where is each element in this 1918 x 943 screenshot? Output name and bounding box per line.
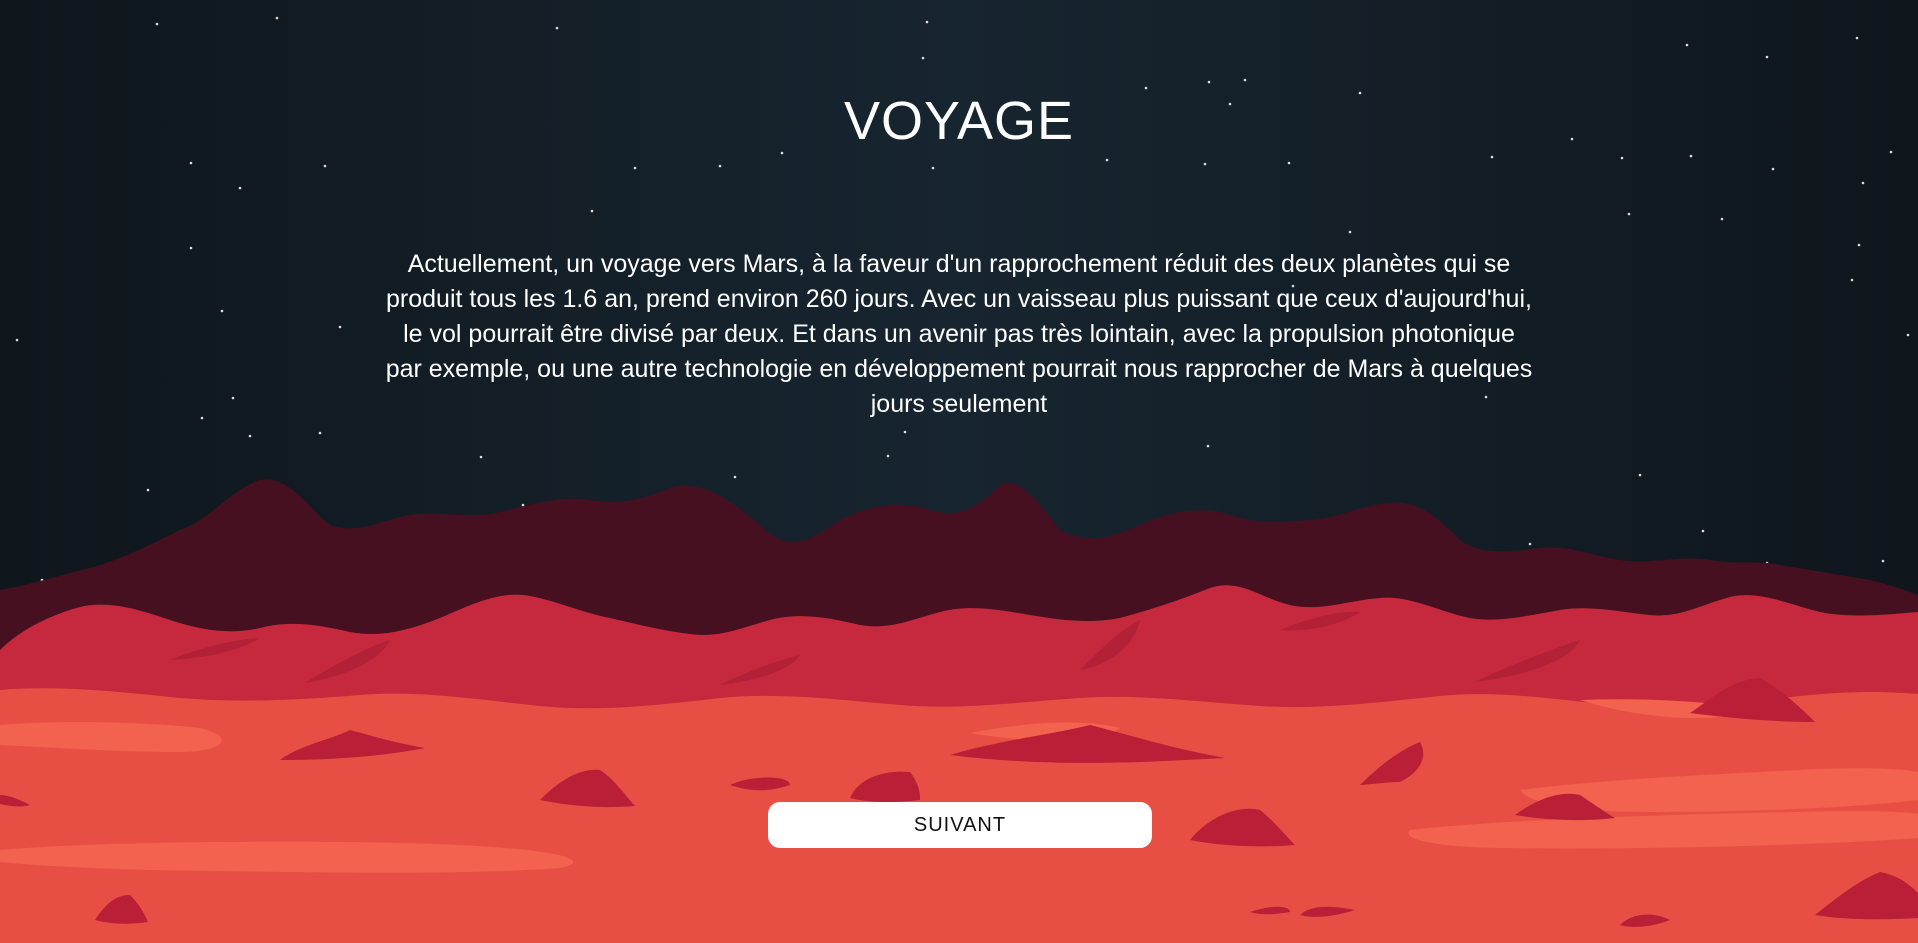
- next-button[interactable]: SUIVANT: [768, 802, 1152, 848]
- description-text: Actuellement, un voyage vers Mars, à la …: [385, 250, 1533, 418]
- mars-scene: VOYAGE Actuellement, un voyage vers Mars…: [0, 0, 1918, 943]
- page-title: VOYAGE: [843, 91, 1075, 151]
